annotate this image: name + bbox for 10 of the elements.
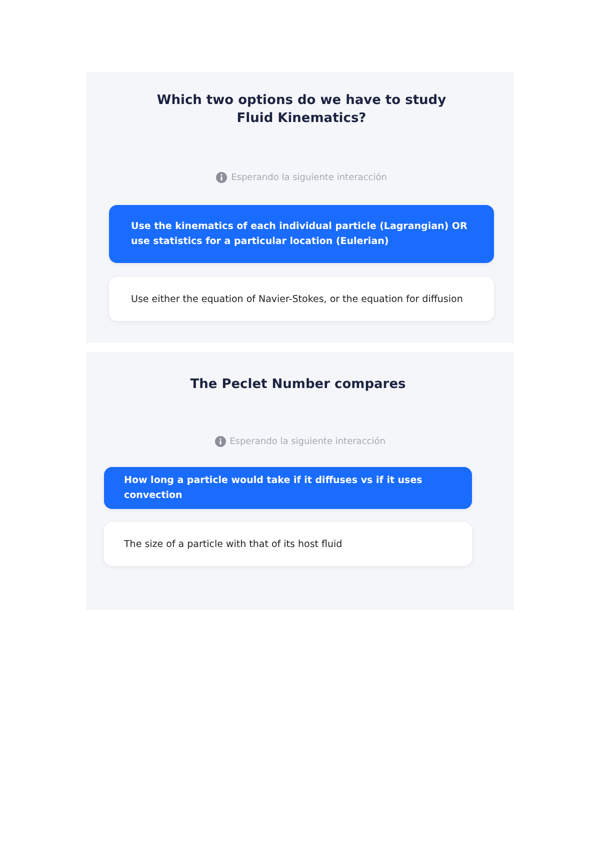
- answer-option[interactable]: Use the kinematics of each individual particle (Lagrangian) OR use statistics for a particular location (Eulerian): [109, 205, 494, 263]
- question-title: The Peclet Number compares: [190, 376, 406, 394]
- status-text: Esperando la siguiente interacción: [231, 172, 387, 182]
- answer-option[interactable]: Use either the equation of Navier-Stokes, or the equation for diffusion: [109, 277, 494, 321]
- answer-option[interactable]: The size of a particle with that of its host fluid: [104, 522, 472, 566]
- info-icon: [214, 436, 226, 447]
- status-text: Esperando la siguiente interacción: [230, 436, 386, 446]
- answer-option[interactable]: How long a particle would take if it diffuses vs if it uses convection: [104, 467, 472, 509]
- question-title: Which two options do we have to study Fluid Kinematics?: [156, 92, 448, 128]
- info-icon: [216, 172, 228, 183]
